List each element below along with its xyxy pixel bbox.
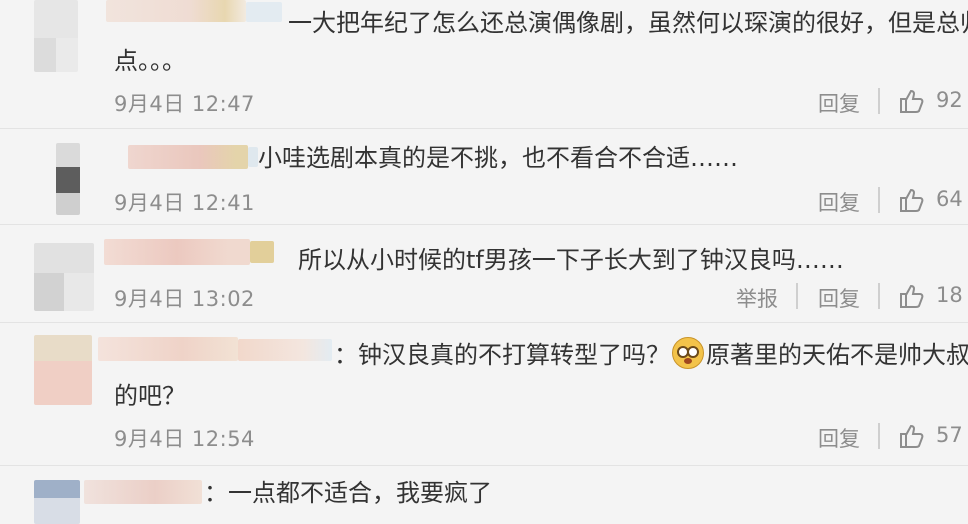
comment-item: ：钟汉良真的不打算转型了吗？ 原著里的天佑不是帅大叔型 的吧？ 9月4日 12:5… — [0, 323, 968, 463]
reply-button[interactable]: 回复 — [818, 283, 860, 313]
username[interactable] — [128, 145, 248, 169]
avatar[interactable] — [34, 243, 94, 311]
separator — [878, 187, 880, 213]
username-tail — [246, 2, 282, 22]
timestamp: 9月4日 12:47 — [114, 92, 255, 116]
username-tail — [248, 147, 258, 167]
report-button[interactable]: 举报 — [736, 283, 778, 313]
thumbs-up-icon[interactable] — [898, 423, 924, 449]
thumbs-up-icon[interactable] — [898, 88, 924, 114]
avatar[interactable] — [34, 0, 78, 72]
timestamp: 9月4日 12:54 — [114, 427, 255, 451]
comment-item: 小哇选剧本真的是不挑，也不看合不合适…… 9月4日 12:41 回复 64 — [0, 129, 968, 224]
comment-text: ：钟汉良真的不打算转型了吗？ 原著里的天佑不是帅大叔型 — [334, 337, 968, 372]
avatar[interactable] — [34, 335, 92, 405]
like-count: 18 — [936, 283, 963, 307]
comment-item: 一大把年纪了怎么还总演偶像剧，虽然何以琛演的很好，但是总归有 点。。。 9月4日… — [0, 0, 968, 125]
comment-text-line2: 的吧？ — [114, 382, 186, 410]
comment-text: 一大把年纪了怎么还总演偶像剧，虽然何以琛演的很好，但是总归有 — [288, 9, 968, 37]
username-tail — [250, 241, 274, 263]
comment-text: ：一点都不适合，我要疯了 — [204, 479, 492, 507]
avatar[interactable] — [56, 143, 80, 215]
avatar[interactable] — [34, 480, 80, 524]
comment-item: ：一点都不适合，我要疯了 — [0, 466, 968, 524]
comment-text-part1: ：钟汉良真的不打算转型了吗？ — [334, 341, 670, 369]
username[interactable] — [104, 239, 250, 265]
timestamp: 9月4日 13:02 — [114, 287, 255, 311]
comment-text: 小哇选剧本真的是不挑，也不看合不合适…… — [258, 144, 738, 172]
username[interactable] — [84, 480, 202, 504]
separator — [796, 283, 798, 309]
flushed-face-icon — [672, 337, 704, 369]
like-count: 64 — [936, 187, 963, 211]
thumbs-up-icon[interactable] — [898, 283, 924, 309]
username[interactable] — [106, 0, 246, 22]
comment-text: 所以从小时候的tf男孩一下子长大到了钟汉良吗…… — [298, 246, 844, 274]
like-count: 92 — [936, 88, 963, 112]
timestamp: 9月4日 12:41 — [114, 191, 255, 215]
reply-button[interactable]: 回复 — [818, 423, 860, 453]
comment-text-line2: 点。。。 — [114, 47, 186, 75]
reply-button[interactable]: 回复 — [818, 187, 860, 217]
reply-button[interactable]: 回复 — [818, 88, 860, 118]
separator — [878, 283, 880, 309]
separator — [878, 423, 880, 449]
thumbs-up-icon[interactable] — [898, 187, 924, 213]
username-tail — [238, 339, 332, 361]
comment-text-part2: 原著里的天佑不是帅大叔型 — [706, 341, 968, 369]
comment-item: 所以从小时候的tf男孩一下子长大到了钟汉良吗…… 9月4日 13:02 举报 回… — [0, 225, 968, 323]
separator — [878, 88, 880, 114]
username[interactable] — [98, 337, 238, 361]
like-count: 57 — [936, 423, 963, 447]
